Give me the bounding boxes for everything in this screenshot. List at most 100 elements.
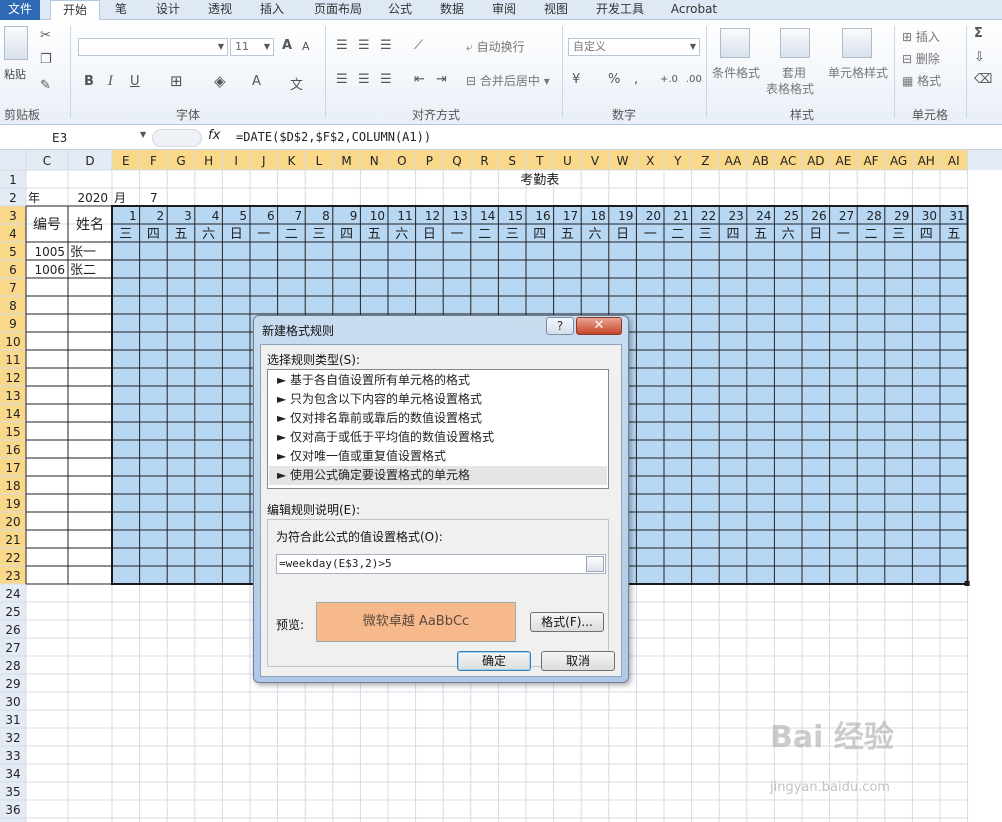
day-number-cell[interactable]: 23 [729,209,744,223]
format-button[interactable]: 格式(F)... [530,612,604,632]
row-header[interactable]: 26 [5,623,20,637]
shrink-font-icon[interactable]: A [302,40,310,53]
day-number-cell[interactable]: 10 [370,209,385,223]
font-name-select[interactable]: ▼ [78,38,228,56]
id-header-cell[interactable]: 编号 [33,217,61,233]
indent-icon[interactable]: ⇤ [414,72,425,87]
column-header[interactable]: W [617,154,629,168]
day-number-cell[interactable]: 6 [267,209,275,223]
tab-formulas[interactable]: 公式 [380,0,420,20]
day-number-cell[interactable]: 2 [157,209,165,223]
rule-type-item[interactable]: ► 基于各自值设置所有单元格的格式 [269,371,607,390]
ok-button[interactable]: 确定 [457,651,531,671]
orientation-icon[interactable]: ⟋ [414,38,423,53]
cut-icon[interactable]: ✂ [40,28,51,43]
day-number-cell[interactable]: 17 [563,209,578,223]
conditional-format-label[interactable]: 条件格式 [712,64,760,81]
weekday-cell[interactable]: 六 [782,227,795,242]
employee-id-cell[interactable]: 1005 [34,245,65,259]
weekday-cell[interactable]: 日 [616,227,629,242]
row-header[interactable]: 22 [5,551,20,565]
sheet-title[interactable]: 考勤表 [520,173,559,188]
row-header[interactable]: 28 [5,659,20,673]
tab-developer[interactable]: 开发工具 [588,0,652,20]
fill-icon[interactable]: ⇩ [974,50,985,65]
row-header[interactable]: 24 [5,587,20,601]
increase-decimal-button[interactable]: +.0 [660,74,678,85]
align-right-icon[interactable]: ☰ [380,72,392,87]
row-header[interactable]: 4 [9,227,17,241]
row-header[interactable]: 21 [5,533,20,547]
column-header[interactable]: X [646,154,654,168]
day-number-cell[interactable]: 12 [425,209,440,223]
column-header[interactable]: D [85,154,94,168]
weekday-cell[interactable]: 四 [726,227,739,242]
merge-center-button[interactable]: ⊟ 合并后居中 ▾ [466,72,550,89]
column-header[interactable]: P [426,154,433,168]
conditional-format-icon[interactable] [720,28,750,58]
weekday-cell[interactable]: 三 [506,227,519,242]
row-header[interactable]: 9 [9,317,17,331]
row-header[interactable]: 30 [5,695,20,709]
weekday-cell[interactable]: 三 [119,227,132,242]
row-header[interactable]: 25 [5,605,20,619]
year-cell[interactable]: 2020 [77,191,108,205]
paste-icon[interactable] [4,26,28,60]
column-header[interactable]: J [261,154,266,168]
weekday-cell[interactable]: 一 [257,227,270,242]
chevron-down-icon[interactable]: ▼ [140,130,146,139]
weekday-cell[interactable]: 日 [230,227,243,242]
row-header[interactable]: 6 [9,263,17,277]
column-header[interactable]: S [508,154,516,168]
day-number-cell[interactable]: 4 [212,209,220,223]
day-number-cell[interactable]: 9 [350,209,358,223]
weekday-cell[interactable]: 日 [423,227,436,242]
weekday-cell[interactable]: 五 [947,227,960,242]
day-number-cell[interactable]: 7 [295,209,303,223]
row-header[interactable]: 31 [5,713,20,727]
decrease-decimal-button[interactable]: .00 [686,74,702,85]
column-header[interactable]: H [204,154,213,168]
day-number-cell[interactable]: 13 [453,209,468,223]
column-header[interactable]: K [287,154,296,168]
row-header[interactable]: 34 [5,767,20,781]
paste-label[interactable]: 粘贴 [4,66,26,82]
italic-button[interactable]: I [108,74,113,89]
wrap-text-button[interactable]: ⤶ 自动换行 [466,38,525,55]
rule-type-list[interactable]: ► 基于各自值设置所有单元格的格式 ► 只为包含以下内容的单元格设置格式 ► 仅… [267,369,609,489]
weekday-cell[interactable]: 日 [809,227,822,242]
rule-type-item[interactable]: ► 仅对高于或低于平均值的数值设置格式 [269,428,607,447]
day-number-cell[interactable]: 19 [618,209,633,223]
comma-button[interactable]: , [634,72,638,87]
day-number-cell[interactable]: 24 [756,209,771,223]
day-number-cell[interactable]: 15 [508,209,523,223]
month-label-cell[interactable]: 月 [114,191,126,205]
row-header[interactable]: 8 [9,299,17,313]
rule-type-item-selected[interactable]: ► 使用公式确定要设置格式的单元格 [269,466,607,485]
day-number-cell[interactable]: 22 [701,209,716,223]
column-header[interactable]: U [563,154,572,168]
clear-icon[interactable]: ⌫ [974,72,992,87]
column-header[interactable]: AA [725,154,743,168]
tab-insert[interactable]: 插入 [252,0,292,20]
cancel-button[interactable]: 取消 [541,651,615,671]
column-header[interactable]: O [397,154,406,168]
column-header[interactable]: T [535,154,544,168]
employee-id-cell[interactable]: 1006 [34,263,65,277]
tab-page-layout[interactable]: 页面布局 [306,0,370,20]
collapse-dialog-icon[interactable] [586,556,604,572]
column-header[interactable]: N [370,154,379,168]
font-color-icon[interactable]: A [252,74,261,89]
day-number-cell[interactable]: 25 [784,209,799,223]
weekday-cell[interactable]: 四 [340,227,353,242]
name-header-cell[interactable]: 姓名 [76,217,104,233]
column-header[interactable]: G [176,154,185,168]
row-header[interactable]: 12 [5,371,20,385]
weekday-cell[interactable]: 四 [920,227,933,242]
fill-color-icon[interactable]: ◈ [214,72,226,90]
day-number-cell[interactable]: 26 [811,209,826,223]
column-header[interactable]: I [234,154,238,168]
weekday-cell[interactable]: 三 [699,227,712,242]
row-header[interactable]: 33 [5,749,20,763]
weekday-cell[interactable]: 一 [837,227,850,242]
